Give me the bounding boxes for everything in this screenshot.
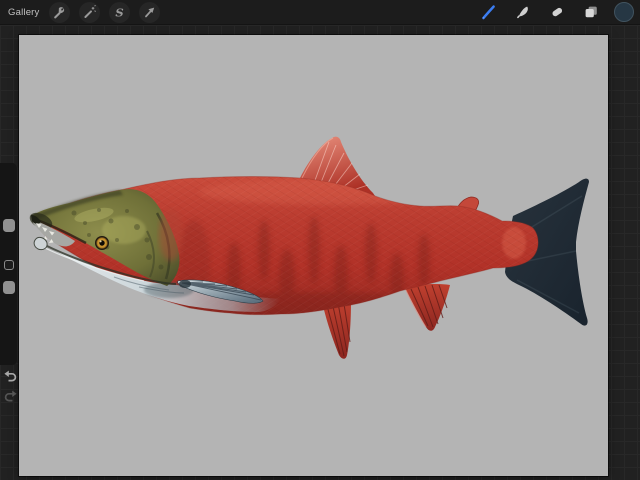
transform-arrow-icon bbox=[142, 5, 157, 20]
erase-tool-button[interactable] bbox=[546, 2, 567, 23]
layers-icon bbox=[583, 4, 599, 20]
actions-button[interactable] bbox=[48, 1, 70, 23]
redo-arrow-icon bbox=[3, 390, 19, 407]
selection-button[interactable]: S bbox=[108, 1, 130, 23]
eraser-icon bbox=[549, 4, 565, 20]
adjustments-button[interactable] bbox=[78, 1, 100, 23]
salmon-eye bbox=[95, 236, 109, 250]
paint-tool-button[interactable] bbox=[478, 2, 499, 23]
undo-button[interactable] bbox=[2, 369, 18, 384]
gallery-button[interactable]: Gallery bbox=[8, 7, 40, 18]
magic-wand-icon bbox=[82, 4, 97, 20]
procreate-window: Gallery S bbox=[0, 0, 640, 480]
transform-button[interactable] bbox=[138, 1, 160, 23]
color-swatch-button[interactable] bbox=[614, 2, 634, 22]
smudge-tool-button[interactable] bbox=[512, 2, 533, 23]
workspace-background bbox=[0, 25, 640, 480]
sidebar bbox=[0, 163, 18, 365]
selection-s-icon: S bbox=[112, 5, 127, 20]
opacity-handle[interactable] bbox=[3, 281, 15, 294]
salmon-artwork bbox=[29, 136, 589, 359]
layers-button[interactable] bbox=[580, 2, 601, 23]
right-tool-group bbox=[478, 2, 640, 23]
svg-text:S: S bbox=[115, 5, 123, 19]
redo-button[interactable] bbox=[3, 389, 19, 404]
top-toolbar: Gallery S bbox=[0, 0, 640, 25]
undo-arrow-icon bbox=[2, 370, 18, 387]
salmon-anal-fin bbox=[404, 284, 450, 331]
smudge-finger-icon bbox=[515, 4, 531, 20]
modify-button[interactable] bbox=[4, 260, 14, 270]
wrench-icon bbox=[52, 5, 67, 20]
brush-size-handle[interactable] bbox=[3, 219, 15, 232]
brush-icon bbox=[480, 4, 497, 21]
drawing-canvas[interactable] bbox=[19, 35, 608, 476]
left-tool-group: S bbox=[48, 1, 160, 23]
